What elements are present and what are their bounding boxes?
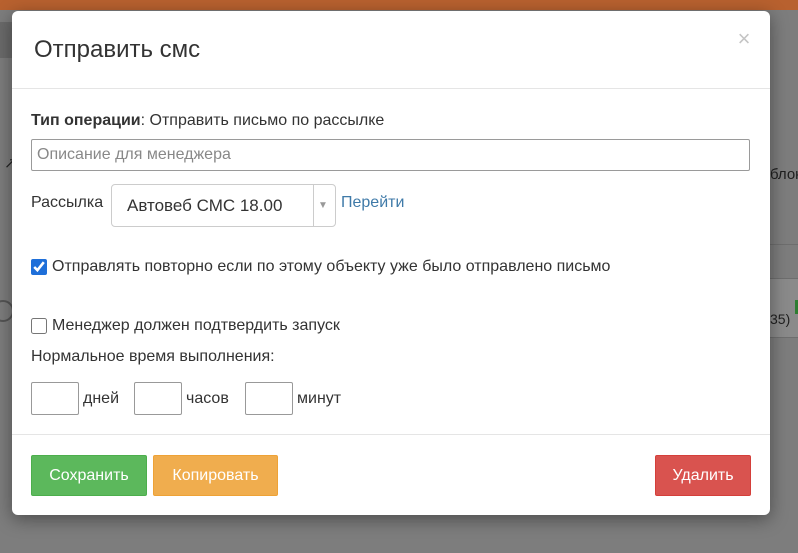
background-left-block xyxy=(0,22,12,58)
resend-checkbox[interactable] xyxy=(31,259,47,275)
send-sms-modal: Отправить смс × Тип операции: Отправить … xyxy=(12,11,770,515)
operation-type-separator: : xyxy=(140,112,150,129)
operation-type-label: Тип операции xyxy=(31,112,141,129)
normal-time-label: Нормальное время выполнения: xyxy=(31,348,275,365)
modal-header: Отправить смс × xyxy=(12,11,770,89)
background-card xyxy=(770,278,798,338)
manager-confirm-checkbox[interactable] xyxy=(31,318,47,334)
manager-confirm-label: Менеджер должен подтвердить запуск xyxy=(52,317,340,334)
manager-description-input[interactable] xyxy=(31,139,750,171)
mailing-select-value: Автовеб СМС 18.00 xyxy=(127,196,283,215)
background-text: блок xyxy=(770,166,798,183)
minutes-input[interactable] xyxy=(245,382,293,415)
close-icon[interactable]: × xyxy=(734,28,754,50)
days-input[interactable] xyxy=(31,382,79,415)
go-to-mailing-link[interactable]: Перейти xyxy=(341,194,404,212)
minutes-label: минут xyxy=(297,390,342,407)
save-button[interactable]: Сохранить xyxy=(31,455,147,496)
delete-button[interactable]: Удалить xyxy=(655,455,751,496)
operation-type: Тип операции: Отправить письмо по рассыл… xyxy=(31,112,384,130)
mailing-label: Рассылка xyxy=(31,194,104,211)
mailing-select[interactable]: Автовеб СМС 18.00 ▼ xyxy=(111,184,336,227)
modal-footer: Сохранить Копировать Удалить xyxy=(12,434,770,516)
copy-button[interactable]: Копировать xyxy=(153,455,278,496)
modal-title: Отправить смс xyxy=(34,36,201,63)
operation-type-value: Отправить письмо по рассылке xyxy=(149,112,385,129)
chevron-down-icon: ▼ xyxy=(318,200,328,211)
hours-label: часов xyxy=(186,390,229,407)
resend-checkbox-label: Отправлять повторно если по этому объект… xyxy=(52,258,611,275)
background-divider xyxy=(770,244,798,245)
mailing-select-divider xyxy=(313,185,314,226)
confirm-option[interactable]: Менеджер должен подтвердить запуск xyxy=(31,317,340,335)
days-label: дней xyxy=(83,390,120,407)
resend-option[interactable]: Отправлять повторно если по этому объект… xyxy=(31,258,610,276)
hours-input[interactable] xyxy=(134,382,182,415)
background-top-bar xyxy=(0,0,798,10)
background-count: 35) xyxy=(770,311,791,327)
